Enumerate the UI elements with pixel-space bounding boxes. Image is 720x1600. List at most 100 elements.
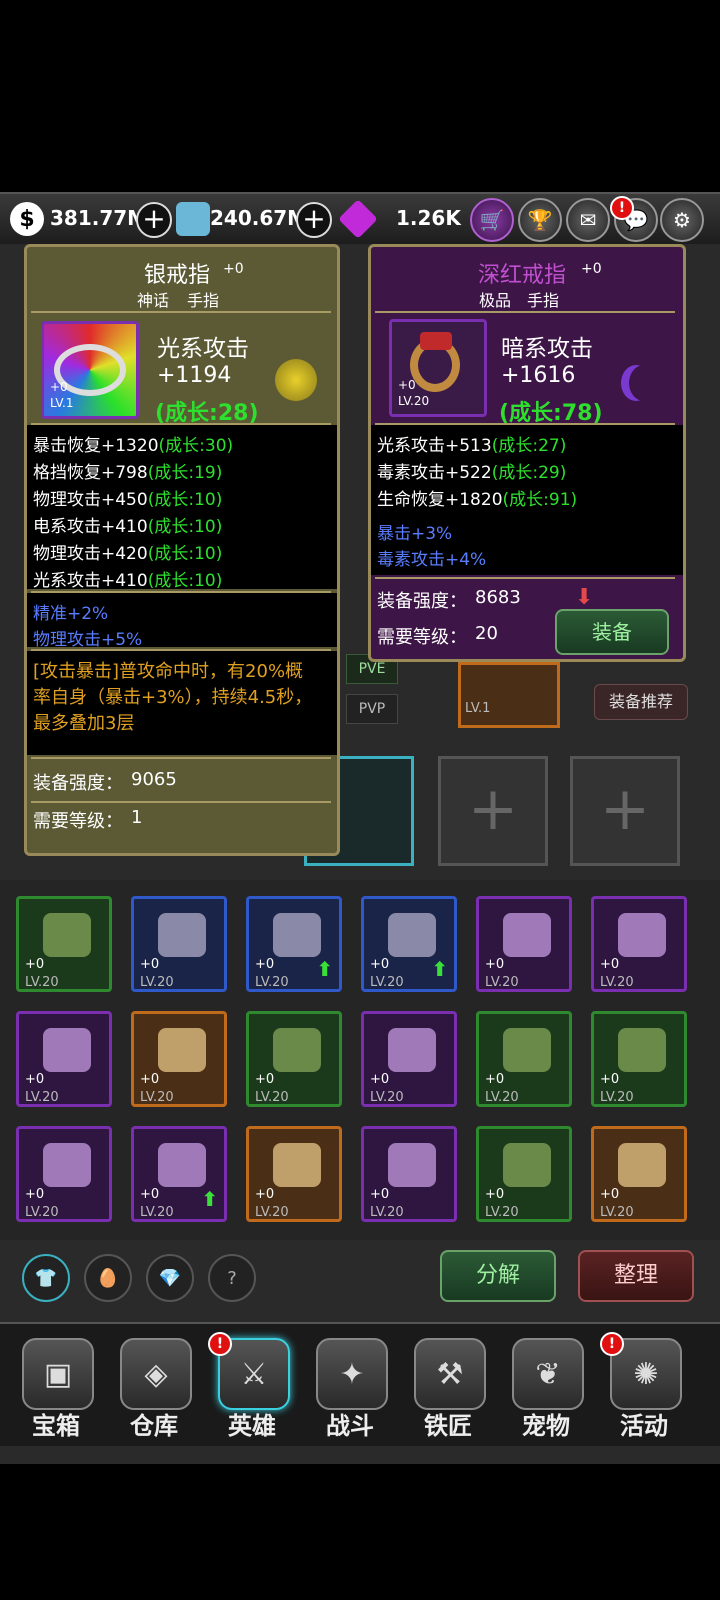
inventory-slot[interactable]: +0 LV.20 ⬆ xyxy=(131,1126,227,1222)
main-stat-value: +1616 xyxy=(501,363,576,388)
strength-label: 装备强度： xyxy=(33,773,123,794)
inventory-slot[interactable]: +0 LV.20 xyxy=(246,1126,342,1222)
item-level: LV.20 xyxy=(255,975,289,990)
inventory-slot[interactable]: +0 LV.20 xyxy=(476,1011,572,1107)
anvil-icon: ⚒ xyxy=(414,1338,486,1410)
empty-slot-plus-icon[interactable]: + xyxy=(438,756,548,866)
gold-coin-icon: $ xyxy=(10,202,44,236)
nav-pet[interactable]: ❦ 宠物 xyxy=(506,1338,586,1442)
gem-icon xyxy=(338,199,378,239)
arrow-down-icon: ⬇ xyxy=(575,585,594,610)
item-plus: +0 xyxy=(25,1072,45,1087)
nav-anvil[interactable]: ⚒ 铁匠 xyxy=(408,1338,488,1442)
item-plus: +0 xyxy=(485,1072,505,1087)
stat-line: 电系攻击+410(成长:10) xyxy=(33,517,223,537)
unknown-filter-icon[interactable]: ? xyxy=(208,1254,256,1302)
ruby-gem-icon xyxy=(420,332,452,350)
item-level: LV.20 xyxy=(485,1090,519,1105)
stat-line: 物理攻击+420(成长:10) xyxy=(33,544,223,564)
silver-ring-icon: +0 LV.1 xyxy=(41,321,139,419)
item-level: LV.20 xyxy=(600,1205,634,1220)
armor-icon xyxy=(43,1028,91,1072)
nav-chest[interactable]: ▣ 宝箱 xyxy=(16,1338,96,1442)
item-level: LV.20 xyxy=(140,975,174,990)
add-diamond-button[interactable]: + xyxy=(296,202,332,238)
recommend-gear-button[interactable]: 装备推荐 xyxy=(594,684,688,720)
nav-hero[interactable]: ⚔ 英雄! xyxy=(208,1332,292,1442)
item-plus-badge: +0 xyxy=(50,380,68,394)
item-plus: +0 xyxy=(223,261,244,277)
nav-event[interactable]: ✺ 活动! xyxy=(600,1332,684,1442)
battle-icon: ✦ xyxy=(316,1338,388,1410)
gear-icon[interactable]: ⚙ xyxy=(660,198,704,242)
mail-icon[interactable]: ✉ xyxy=(566,198,610,242)
stat-line: 暴击恢复+1320(成长:30) xyxy=(33,436,234,456)
skill-text: [攻击暴击]普攻命中时，有20%概 xyxy=(33,661,304,682)
inventory-slot[interactable]: +0 LV.20 xyxy=(476,896,572,992)
inventory-slot[interactable]: +0 LV.20 xyxy=(361,1011,457,1107)
item-rarity: 极品 xyxy=(479,291,512,310)
chest-armor-icon xyxy=(503,1028,551,1072)
item-plus: +0 xyxy=(600,1072,620,1087)
gloves-icon xyxy=(158,913,206,957)
item-level: LV.20 xyxy=(25,975,59,990)
inventory-slot[interactable]: +0 LV.20 ⬆ xyxy=(246,896,342,992)
inventory-slot[interactable]: +0 LV.20 xyxy=(246,1011,342,1107)
inventory-slot[interactable]: +0 LV.20 xyxy=(361,1126,457,1222)
item-level: LV.1 xyxy=(50,396,74,410)
boots-icon xyxy=(273,913,321,957)
strength-value: 9065 xyxy=(131,769,177,790)
gem-filter-icon[interactable]: 💎 xyxy=(146,1254,194,1302)
crimson-ring-tooltip: 深红戒指 +0 极品 手指 +0 LV.20 暗系攻击 +1616 (成长:78… xyxy=(368,244,686,662)
trophy-icon[interactable]: 🏆 xyxy=(518,198,562,242)
inventory-slot[interactable]: +0 LV.20 xyxy=(591,896,687,992)
item-plus-badge: +0 xyxy=(398,378,416,392)
inventory-slot[interactable]: +0 LV.20 xyxy=(16,896,112,992)
cart-icon[interactable]: 🛒 xyxy=(470,198,514,242)
item-plus: +0 xyxy=(600,957,620,972)
stat-line: 格挡恢复+798(成长:19) xyxy=(33,463,223,483)
inventory-slot[interactable]: +0 LV.20 xyxy=(591,1011,687,1107)
item-level: LV.20 xyxy=(370,1090,404,1105)
inventory-slot[interactable]: +0 LV.20 xyxy=(16,1011,112,1107)
upgrade-arrow-icon: ⬆ xyxy=(431,957,448,981)
backpack-icon: ◈ xyxy=(120,1338,192,1410)
nav-battle[interactable]: ✦ 战斗 xyxy=(310,1338,390,1442)
inventory-slot[interactable]: +0 LV.20 xyxy=(16,1126,112,1222)
empty-slot-plus-icon[interactable]: + xyxy=(570,756,680,866)
equip-button[interactable]: 装备 xyxy=(555,609,669,655)
strength-value: 8683 xyxy=(475,587,521,608)
pvp-tab[interactable]: PVP xyxy=(346,694,398,724)
item-level: LV.20 xyxy=(485,975,519,990)
item-level: LV.20 xyxy=(370,1205,404,1220)
add-gold-button[interactable]: + xyxy=(136,202,172,238)
equipped-boots-slot[interactable]: LV.1 xyxy=(458,662,560,728)
stat-line: 物理攻击+450(成长:10) xyxy=(33,490,223,510)
bonus-stat: 物理攻击+5% xyxy=(33,630,143,650)
strength-label: 装备强度： xyxy=(377,591,467,612)
bonus-stat: 精准+2% xyxy=(33,604,109,624)
egg-filter-icon[interactable]: 🥚 xyxy=(84,1254,132,1302)
armor-filter-icon[interactable]: 👕 xyxy=(22,1254,70,1302)
upgrade-arrow-icon: ⬆ xyxy=(316,957,333,981)
item-level: LV.20 xyxy=(140,1090,174,1105)
decompose-button[interactable]: 分解 xyxy=(440,1250,556,1302)
bow-icon xyxy=(43,913,91,957)
item-plus: +0 xyxy=(370,1072,390,1087)
inventory-slot[interactable]: +0 LV.20 xyxy=(476,1126,572,1222)
sort-button[interactable]: 整理 xyxy=(578,1250,694,1302)
ring-icon xyxy=(503,913,551,957)
item-level: LV.20 xyxy=(485,1205,519,1220)
inventory-slot[interactable]: +0 LV.20 ⬆ xyxy=(361,896,457,992)
item-name: 深红戒指 xyxy=(477,263,566,288)
nav-backpack[interactable]: ◈ 仓库 xyxy=(114,1338,194,1442)
bonus-stat: 毒素攻击+4% xyxy=(377,550,487,570)
item-plus: +0 xyxy=(255,1187,275,1202)
inventory-slot[interactable]: +0 LV.20 xyxy=(131,896,227,992)
inventory-slot[interactable]: +0 LV.20 xyxy=(131,1011,227,1107)
helmet-icon xyxy=(158,1028,206,1072)
skill-text: 率自身（暴击+3%），持续4.5秒， xyxy=(33,687,313,708)
gauntlet-icon xyxy=(618,1143,666,1187)
inventory-slot[interactable]: +0 LV.20 xyxy=(591,1126,687,1222)
skill-text: 最多叠加3层 xyxy=(33,713,135,734)
